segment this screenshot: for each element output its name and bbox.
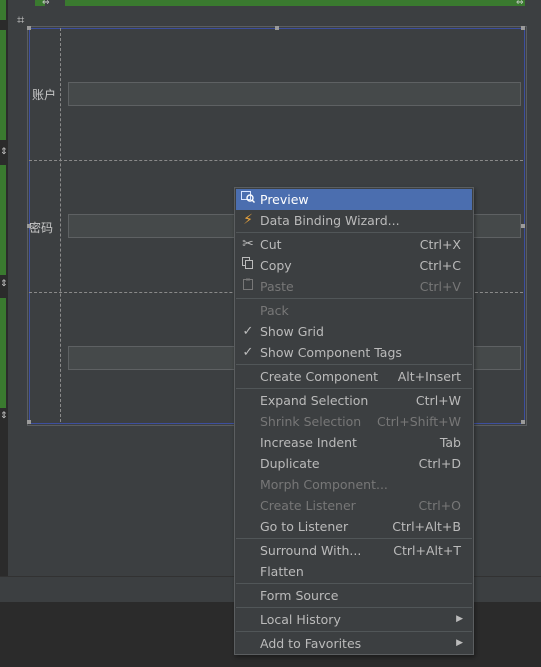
menu-item-shortcut: Ctrl+Alt+T [393,543,461,558]
menu-item-label: Local History [260,612,341,627]
menu-item-show-component-tags[interactable]: ✓ Show Component Tags [236,342,472,363]
menu-item-label: Cut [260,237,282,252]
menu-item-label: Pack [260,303,289,318]
menu-item-label: Create Listener [260,498,356,513]
menu-separator [236,583,472,584]
menu-item-morph-component[interactable]: Morph Component... [236,474,472,495]
menu-item-increase-indent[interactable]: Increase Indent Tab [236,432,472,453]
menu-item-go-to-listener[interactable]: Go to Listener Ctrl+Alt+B [236,516,472,537]
menu-item-label: Add to Favorites [260,636,362,651]
menu-item-label: Create Component [260,369,379,384]
menu-item-label: Paste [260,279,294,294]
row-resize-icon[interactable]: ⇕ [0,148,8,157]
left-rail: ⇕ ⇕ ⇕ [0,0,8,576]
menu-item-label: Copy [260,258,292,273]
menu-item-show-grid[interactable]: ✓ Show Grid [236,321,472,342]
row-resize-icon[interactable]: ⇕ [0,412,8,421]
selection-handle[interactable] [27,26,31,30]
menu-item-shortcut: Ctrl+D [418,456,461,471]
menu-item-label: Morph Component... [260,477,388,492]
menu-item-add-to-favorites[interactable]: Add to Favorites ▶ [236,633,472,654]
menu-item-label: Duplicate [260,456,320,471]
context-menu: Preview ⚡ Data Binding Wizard... ✂ Cut C… [234,187,474,655]
menu-item-expand-selection[interactable]: Expand Selection Ctrl+W [236,390,472,411]
menu-item-pack[interactable]: Pack [236,300,472,321]
menu-separator [236,388,472,389]
rail-marker [0,30,6,140]
menu-item-shortcut: Ctrl+C [419,258,461,273]
selection-handle[interactable] [275,26,279,30]
menu-item-shortcut: Ctrl+Shift+W [377,414,461,429]
lightning-icon: ⚡ [243,212,253,228]
menu-item-label: Surround With... [260,543,362,558]
row-resize-icon[interactable]: ⇕ [0,280,8,289]
menu-separator [236,607,472,608]
menu-item-label: Flatten [260,564,304,579]
check-icon: ✓ [242,345,254,360]
password-label[interactable]: 密码 [29,219,53,236]
menu-item-label: Data Binding Wizard... [260,213,400,228]
menu-item-create-listener[interactable]: Create Listener Ctrl+O [236,495,472,516]
menu-item-shortcut: Ctrl+Alt+B [392,519,461,534]
menu-item-label: Preview [260,192,309,207]
menu-item-local-history[interactable]: Local History ▶ [236,609,472,630]
check-icon: ✓ [242,324,254,339]
account-label[interactable]: 账户 [32,86,56,103]
grid-line-horizontal [29,160,523,161]
menu-item-form-source[interactable]: Form Source [236,585,472,606]
menu-item-label: Show Component Tags [260,345,402,360]
rail-marker [0,0,6,20]
menu-separator [236,538,472,539]
selection-handle[interactable] [521,26,525,30]
menu-item-label: Go to Listener [260,519,349,534]
menu-item-shortcut: Ctrl+V [419,279,461,294]
menu-item-label: Form Source [260,588,339,603]
menu-item-create-component[interactable]: Create Component Alt+Insert [236,366,472,387]
menu-separator [236,298,472,299]
menu-item-preview[interactable]: Preview [236,189,472,210]
scissors-icon: ✂ [242,236,254,252]
menu-item-label: Increase Indent [260,435,357,450]
menu-item-label: Show Grid [260,324,324,339]
grid-line-vertical [60,28,61,422]
menu-item-shortcut: Ctrl+X [419,237,461,252]
menu-item-label: Shrink Selection [260,414,362,429]
rail-marker [0,298,6,408]
selection-handle[interactable] [521,420,525,424]
selection-handle[interactable] [27,420,31,424]
menu-item-surround-with[interactable]: Surround With... Ctrl+Alt+T [236,540,472,561]
menu-separator [236,232,472,233]
menu-item-copy[interactable]: Copy Ctrl+C [236,255,472,276]
menu-item-shortcut: Tab [439,435,461,450]
menu-separator [236,364,472,365]
menu-item-shrink-selection[interactable]: Shrink Selection Ctrl+Shift+W [236,411,472,432]
menu-item-data-binding-wizard[interactable]: ⚡ Data Binding Wizard... [236,210,472,231]
selection-handle[interactable] [521,224,525,228]
account-text-field[interactable] [68,82,521,106]
menu-item-paste[interactable]: Paste Ctrl+V [236,276,472,297]
column-resize-icon[interactable]: ⇔ [42,0,50,8]
submenu-arrow-icon: ▶ [456,638,463,648]
menu-item-shortcut: Ctrl+W [415,393,461,408]
menu-separator [236,631,472,632]
menu-item-shortcut: Ctrl+O [418,498,461,513]
menu-item-flatten[interactable]: Flatten [236,561,472,582]
menu-item-shortcut: Alt+Insert [397,369,461,384]
copy-icon [240,255,256,276]
menu-item-cut[interactable]: ✂ Cut Ctrl+X [236,234,472,255]
menu-item-label: Expand Selection [260,393,369,408]
column-resize-icon[interactable]: ⇔ [516,0,524,8]
preview-icon [240,189,256,210]
column-header-strip [35,0,525,6]
submenu-arrow-icon: ▶ [456,614,463,624]
menu-item-duplicate[interactable]: Duplicate Ctrl+D [236,453,472,474]
paste-icon [240,276,256,297]
rail-marker [0,165,6,275]
